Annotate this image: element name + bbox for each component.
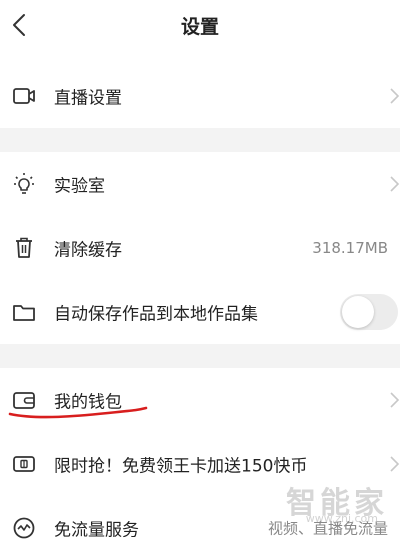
trash-icon — [12, 236, 36, 260]
data-wave-icon — [12, 516, 36, 540]
chevron-right-icon — [390, 456, 400, 472]
lightbulb-icon — [12, 172, 36, 196]
watermark-url: www.znj.com — [305, 512, 378, 525]
toggle-knob — [342, 296, 374, 328]
settings-item-lab[interactable]: 实验室 — [0, 152, 400, 216]
chevron-right-icon — [390, 88, 400, 104]
cache-size-value: 318.17MB — [312, 239, 388, 257]
section-gap — [0, 344, 400, 368]
sim-card-icon — [12, 452, 36, 476]
page-title: 设置 — [180, 16, 219, 38]
top-bar: 设置 — [0, 0, 400, 52]
settings-item-autosave: 自动保存作品到本地作品集 — [0, 280, 400, 344]
section-gap — [0, 128, 400, 152]
settings-item-live[interactable]: 直播设置 — [0, 64, 400, 128]
settings-item-label: 实验室 — [54, 176, 105, 197]
settings-item-label: 直播设置 — [54, 88, 122, 109]
settings-item-clear-cache[interactable]: 清除缓存 318.17MB — [0, 216, 400, 280]
settings-item-label: 清除缓存 — [54, 240, 122, 261]
red-underline-annotation — [8, 406, 148, 419]
settings-item-label: 限时抢！免费领王卡加送150快币 — [54, 456, 308, 477]
chevron-right-icon — [390, 176, 400, 192]
settings-item-label: 自动保存作品到本地作品集 — [54, 304, 258, 325]
folder-icon — [12, 300, 36, 324]
chevron-right-icon — [390, 392, 400, 408]
settings-item-label: 免流量服务 — [54, 520, 139, 541]
autosave-toggle[interactable] — [340, 294, 398, 330]
video-camera-icon — [12, 84, 36, 108]
